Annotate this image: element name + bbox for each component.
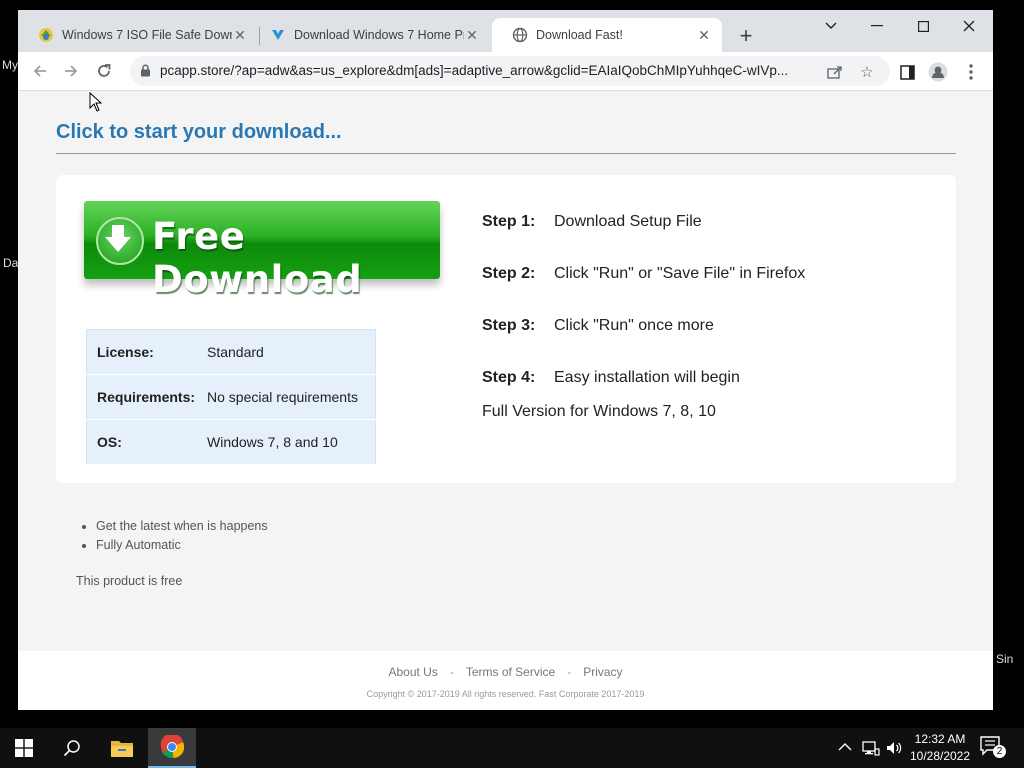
info-value: Standard: [206, 329, 376, 375]
file-explorer-button[interactable]: [98, 728, 146, 768]
profile-avatar-icon[interactable]: [928, 62, 948, 82]
taskbar: 12:32 AM 10/28/2022 2: [0, 728, 1024, 768]
free-note: This product is free: [76, 574, 183, 588]
volume-icon[interactable]: [886, 740, 902, 759]
minimize-icon[interactable]: [854, 10, 900, 42]
chrome-icon: [160, 735, 184, 759]
step-item: Step 4: Easy installation will begin: [482, 369, 902, 387]
page-content: Click to start your download... Free Dow…: [18, 91, 993, 710]
footer-links: About Us - Terms of Service - Privacy: [18, 665, 993, 679]
side-panel-icon[interactable]: [897, 62, 917, 82]
step-text: Easy installation will begin: [554, 369, 740, 386]
step-text: Click "Run" or "Save File" in Firefox: [554, 265, 806, 282]
clock-time: 12:32 AM: [914, 732, 966, 746]
lock-icon[interactable]: [140, 64, 151, 82]
table-row: OS: Windows 7, 8 and 10: [86, 419, 376, 465]
info-key: OS:: [86, 419, 206, 465]
tab-windows7-home[interactable]: Download Windows 7 Home Pr ✕: [250, 18, 490, 52]
info-value: No special requirements: [206, 374, 376, 420]
back-icon[interactable]: [29, 60, 51, 82]
close-window-icon[interactable]: [946, 10, 992, 42]
page-footer: About Us - Terms of Service - Privacy Copyri…: [18, 651, 993, 710]
new-tab-button[interactable]: +: [734, 23, 758, 48]
info-key: License:: [86, 329, 206, 375]
info-key: Requirements:: [86, 374, 206, 420]
folder-icon: [111, 741, 133, 757]
mouse-cursor-icon: [89, 91, 103, 117]
product-info-table: License: Standard Requirements: No speci…: [86, 329, 376, 465]
heading-divider: [56, 153, 956, 154]
footer-link-privacy[interactable]: Privacy: [583, 665, 622, 679]
list-item: Get the latest when is happens: [96, 519, 268, 538]
step-text: Download Setup File: [554, 213, 702, 230]
tab-download-fast[interactable]: Download Fast! ✕: [492, 18, 722, 52]
tab-title: Windows 7 ISO File Safe Downl: [62, 28, 232, 42]
start-button[interactable]: [0, 728, 48, 768]
maximize-icon[interactable]: [900, 10, 946, 42]
close-icon[interactable]: ✕: [464, 27, 480, 43]
download-card: Free Download License: Standard Requirem…: [56, 175, 956, 483]
chrome-taskbar-button[interactable]: [148, 728, 196, 768]
close-icon[interactable]: ✕: [696, 27, 712, 43]
footer-link-about[interactable]: About Us: [388, 665, 437, 679]
step-item: Step 3: Click "Run" once more: [482, 317, 902, 335]
copyright-text: Copyright © 2017-2019 All rights reserve…: [366, 689, 645, 699]
step-item: Step 2: Click "Run" or "Save File" in Fir…: [482, 265, 902, 283]
download-arrow-icon: [270, 27, 286, 43]
tab-search-icon[interactable]: [808, 10, 854, 42]
footer-link-terms[interactable]: Terms of Service: [466, 665, 555, 679]
forward-icon[interactable]: [60, 60, 82, 82]
step-text: Click "Run" once more: [554, 317, 714, 334]
bookmark-star-icon[interactable]: ☆: [858, 63, 876, 81]
show-hidden-icons-icon[interactable]: [838, 740, 852, 755]
step-label: Step 2:: [482, 265, 536, 282]
url-text[interactable]: pcapp.store/?ap=adw&as=us_explore&dm[ads…: [160, 63, 810, 78]
feature-list: Get the latest when is happens Fully Aut…: [76, 519, 268, 557]
info-value: Windows 7, 8 and 10: [206, 419, 376, 465]
browser-toolbar: pcapp.store/?ap=adw&as=us_explore&dm[ads…: [18, 52, 993, 91]
desktop-icon-label[interactable]: Sin: [996, 652, 1013, 666]
clock-date: 10/28/2022: [909, 749, 971, 763]
search-icon: [63, 740, 80, 757]
list-item: Fully Automatic: [96, 538, 268, 557]
table-row: Requirements: No special requirements: [86, 374, 376, 420]
tab-strip: Windows 7 ISO File Safe Downl ✕ Download…: [18, 10, 993, 52]
free-download-label: Free Download: [152, 215, 363, 301]
table-row: License: Standard: [86, 329, 376, 375]
windows-iso-icon: [38, 27, 54, 43]
page-heading[interactable]: Click to start your download...: [56, 121, 342, 144]
browser-window: Windows 7 ISO File Safe Downl ✕ Download…: [18, 10, 993, 710]
desktop-icon-label[interactable]: My: [2, 58, 18, 72]
notification-count-badge: 2: [993, 745, 1006, 758]
close-icon[interactable]: ✕: [232, 27, 248, 43]
footer-separator: -: [567, 665, 572, 679]
free-download-button[interactable]: Free Download: [84, 201, 440, 301]
network-icon[interactable]: [862, 740, 880, 759]
full-version-text: Full Version for Windows 7, 8, 10: [482, 403, 716, 420]
download-arrow-icon: [96, 217, 144, 265]
step-label: Step 1:: [482, 213, 536, 230]
search-button[interactable]: [48, 728, 96, 768]
desktop-icon-label[interactable]: Da: [3, 256, 18, 270]
reload-icon[interactable]: [93, 60, 115, 82]
more-menu-icon[interactable]: [961, 62, 981, 82]
address-bar[interactable]: pcapp.store/?ap=adw&as=us_explore&dm[ads…: [130, 56, 890, 86]
tab-windows-iso[interactable]: Windows 7 ISO File Safe Downl ✕: [18, 18, 258, 52]
tab-title: Download Windows 7 Home Pr: [294, 28, 464, 42]
action-center-button[interactable]: 2: [980, 736, 1006, 760]
tab-title: Download Fast!: [536, 28, 623, 42]
windows-logo-icon: [15, 739, 33, 757]
step-item: Step 1: Download Setup File: [482, 213, 902, 231]
share-icon[interactable]: [826, 63, 844, 81]
taskbar-clock[interactable]: 12:32 AM 10/28/2022: [904, 731, 976, 765]
step-label: Step 3:: [482, 317, 536, 334]
globe-icon: [512, 27, 528, 43]
footer-separator: -: [449, 665, 454, 679]
step-label: Step 4:: [482, 369, 536, 386]
